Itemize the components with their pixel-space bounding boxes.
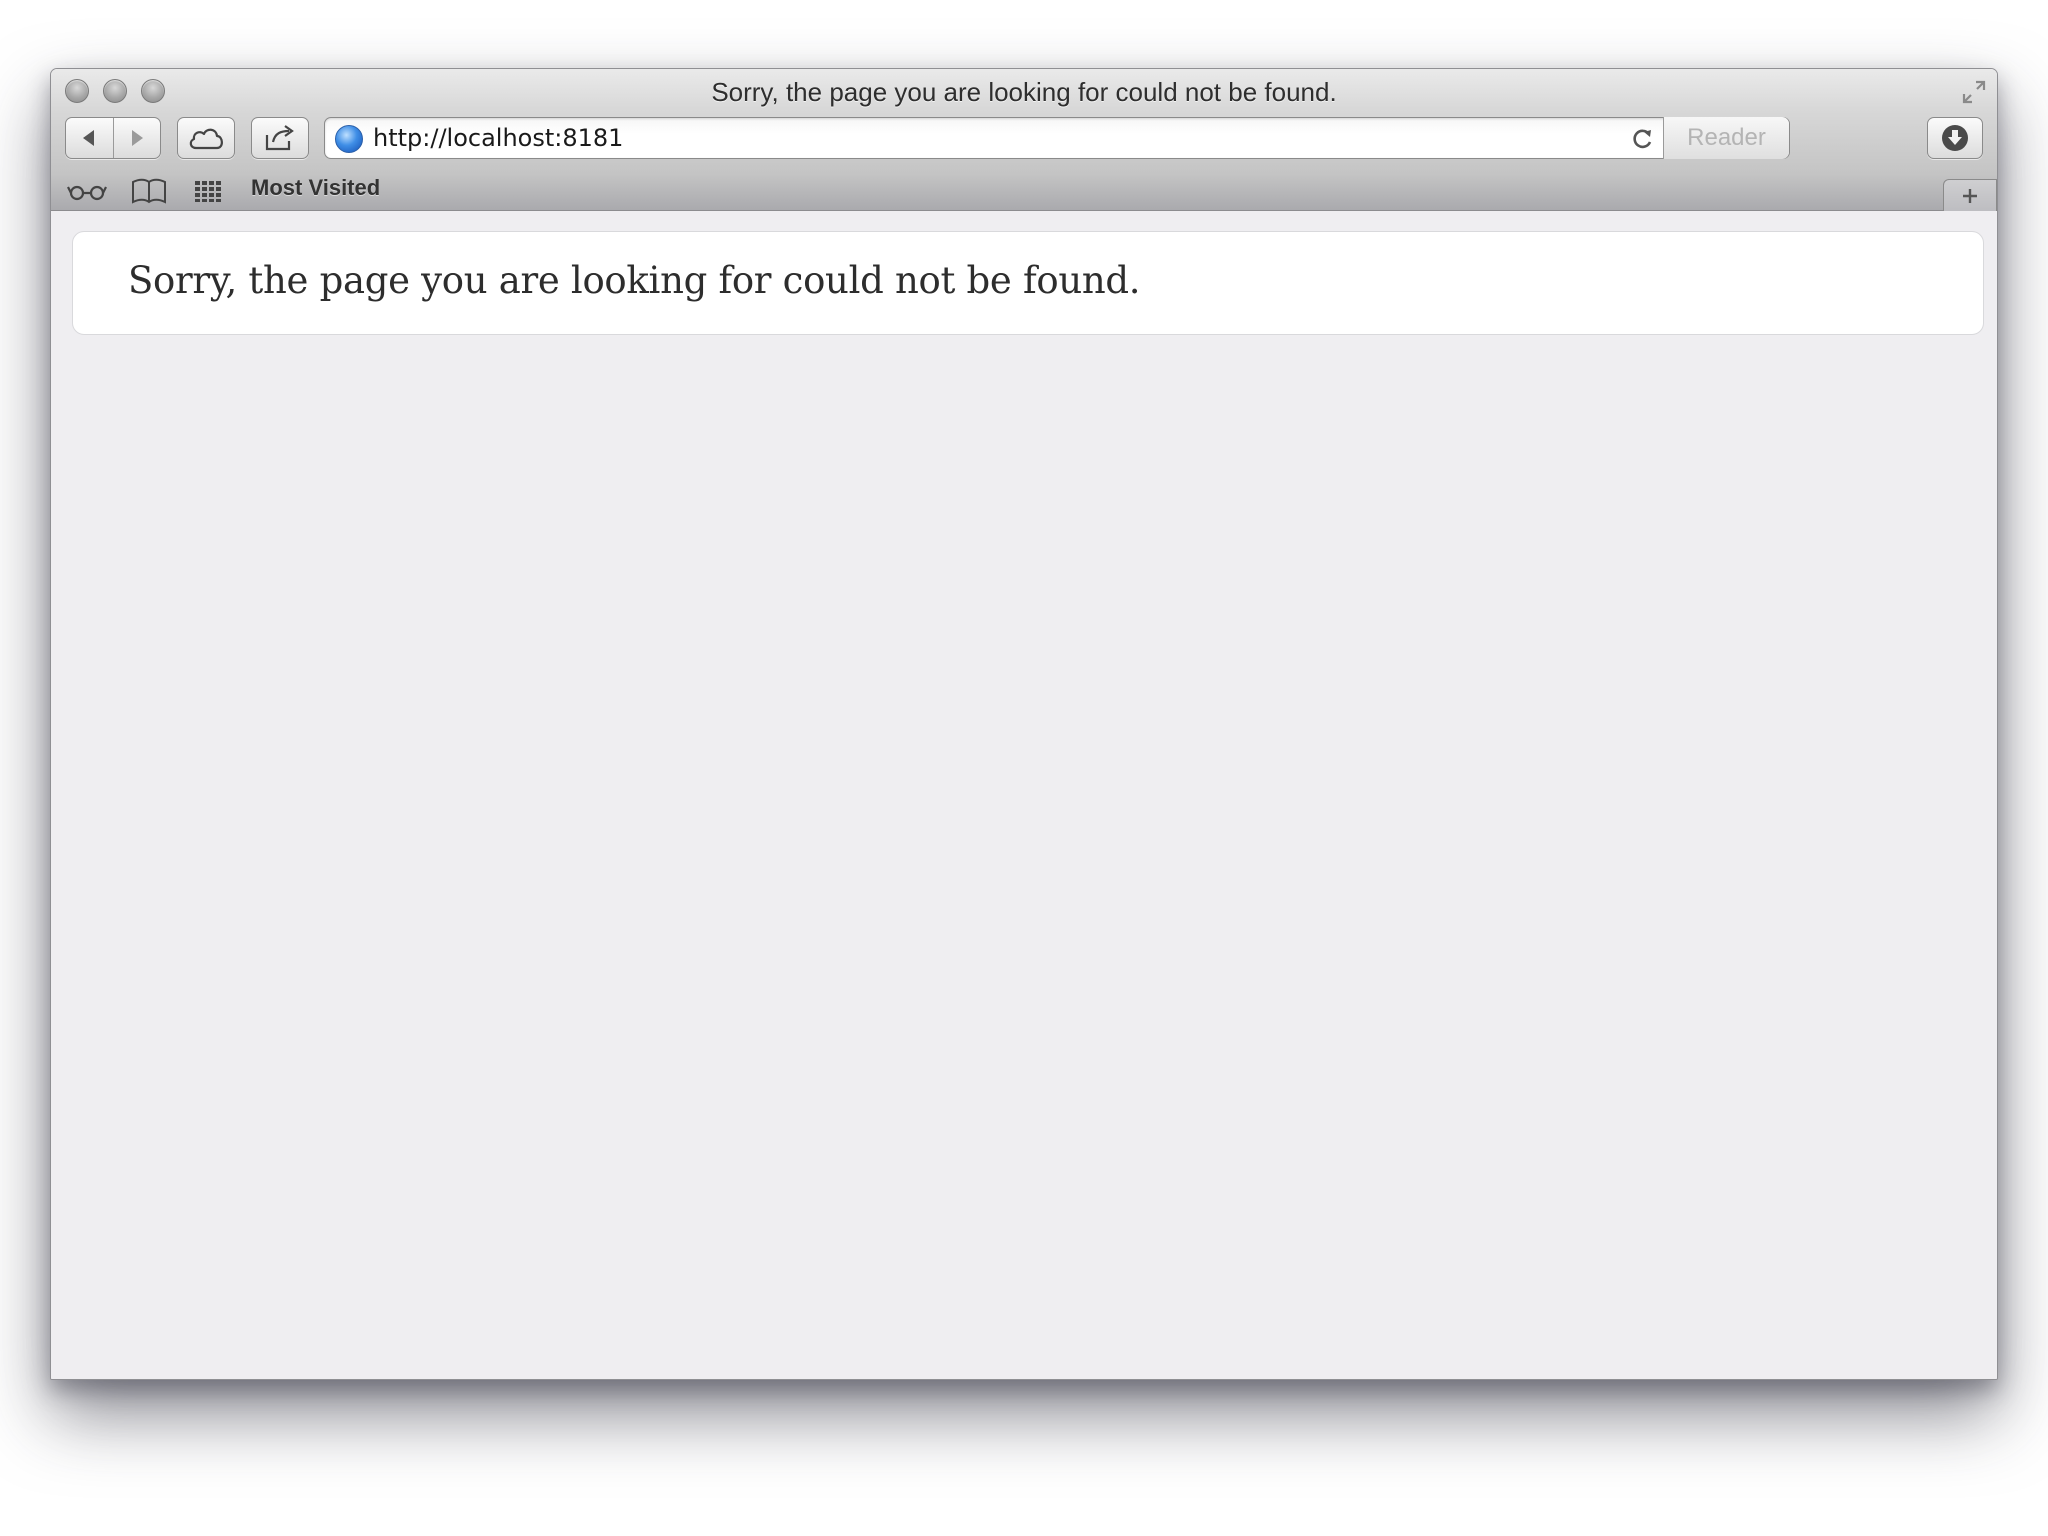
globe-icon	[335, 125, 363, 153]
address-bar[interactable]: Reader	[324, 117, 1790, 159]
back-arrow-icon	[83, 130, 95, 146]
reader-button[interactable]: Reader	[1663, 117, 1789, 159]
book-icon[interactable]	[129, 177, 169, 205]
back-button[interactable]	[66, 118, 113, 158]
window-title: Sorry, the page you are looking for coul…	[711, 77, 1337, 107]
share-button[interactable]	[251, 117, 309, 159]
icloud-tabs-button[interactable]	[177, 117, 235, 159]
error-message: Sorry, the page you are looking for coul…	[128, 259, 1141, 302]
grid-icon[interactable]	[189, 177, 229, 205]
browser-chrome: Sorry, the page you are looking for coul…	[51, 69, 1997, 211]
reload-icon[interactable]	[1629, 126, 1655, 152]
share-icon	[265, 125, 294, 151]
error-box: Sorry, the page you are looking for coul…	[72, 231, 1984, 335]
plus-icon	[1963, 188, 1977, 203]
fullscreen-icon[interactable]	[1959, 77, 1989, 107]
new-tab-button[interactable]	[1943, 179, 1997, 211]
forward-button[interactable]	[113, 118, 160, 158]
downloads-button[interactable]	[1927, 117, 1983, 159]
bookmarks-bar: Most Visited	[51, 169, 1997, 211]
back-forward-buttons	[65, 117, 161, 159]
forward-arrow-icon	[131, 130, 143, 146]
download-icon	[1942, 125, 1968, 151]
page-content: Sorry, the page you are looking for coul…	[51, 211, 1997, 1379]
cloud-icon	[189, 128, 223, 150]
url-input[interactable]	[373, 121, 1673, 155]
glasses-icon[interactable]	[67, 177, 107, 205]
most-visited-bookmark[interactable]: Most Visited	[251, 175, 380, 201]
browser-window: Sorry, the page you are looking for coul…	[50, 68, 1998, 1380]
